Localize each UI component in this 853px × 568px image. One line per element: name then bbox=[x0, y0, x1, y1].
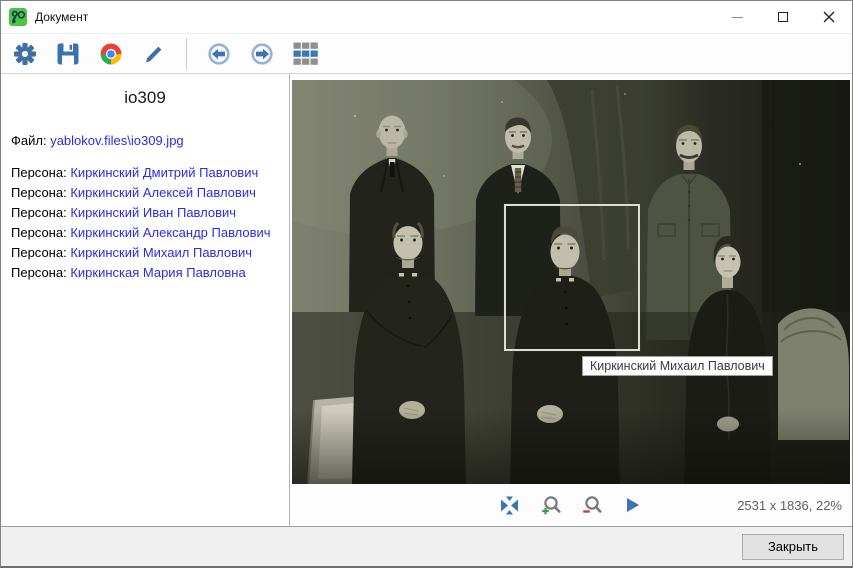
play-button[interactable] bbox=[621, 493, 645, 517]
forward-button[interactable] bbox=[248, 40, 276, 68]
edit-button[interactable] bbox=[140, 40, 168, 68]
document-panel: io309 Файл: yablokov.files\io309.jpg Пер… bbox=[1, 74, 290, 526]
zoom-out-button[interactable] bbox=[580, 493, 604, 517]
close-window-button[interactable] bbox=[806, 1, 852, 33]
person-row: Персона: Киркинский Михаил Павлович bbox=[11, 243, 289, 263]
persons-list: Персона: Киркинский Дмитрий Павлович Пер… bbox=[11, 163, 289, 283]
file-link[interactable]: yablokov.files\io309.jpg bbox=[50, 133, 183, 148]
close-icon bbox=[823, 11, 835, 23]
save-button[interactable] bbox=[54, 40, 82, 68]
selection-tooltip: Киркинский Михаил Павлович bbox=[582, 356, 773, 376]
maximize-icon bbox=[778, 12, 788, 22]
pencil-icon bbox=[146, 46, 162, 62]
document-title: io309 bbox=[124, 88, 166, 107]
photo-canvas[interactable]: Киркинский Михаил Павлович bbox=[292, 80, 850, 484]
back-button[interactable] bbox=[205, 40, 233, 68]
person-link[interactable]: Киркинский Михаил Павлович bbox=[70, 245, 252, 260]
minimize-button[interactable] bbox=[714, 1, 760, 33]
window-title: Документ bbox=[35, 10, 89, 24]
gear-icon bbox=[14, 42, 36, 65]
zoom-in-button[interactable] bbox=[539, 493, 563, 517]
person-row: Персона: Киркинский Иван Павлович bbox=[11, 203, 289, 223]
back-arrow-icon bbox=[208, 42, 230, 65]
fit-to-window-button[interactable] bbox=[498, 493, 522, 517]
person-row: Персона: Киркинский Александр Павлович bbox=[11, 223, 289, 243]
open-in-browser-button[interactable] bbox=[97, 40, 125, 68]
person-row: Персона: Киркинский Алексей Павлович bbox=[11, 183, 289, 203]
person-link[interactable]: Киркинский Дмитрий Павлович bbox=[70, 165, 258, 180]
viewer-controls: 2531 x 1836, 22% bbox=[290, 484, 852, 526]
zoom-in-icon bbox=[541, 496, 561, 515]
person-link[interactable]: Киркинский Иван Павлович bbox=[70, 205, 236, 220]
app-logo-icon bbox=[9, 8, 27, 26]
play-icon bbox=[626, 498, 639, 512]
person-label: Персона: bbox=[11, 205, 67, 220]
image-status: 2531 x 1836, 22% bbox=[737, 497, 842, 513]
save-icon bbox=[57, 43, 79, 64]
face-selection-box bbox=[504, 204, 640, 351]
image-viewer: Киркинский Михаил Павлович 2531 x 1836, … bbox=[290, 74, 852, 526]
table-view-button[interactable] bbox=[291, 40, 319, 68]
person-label: Персона: bbox=[11, 245, 67, 260]
title-bar: Документ bbox=[1, 1, 852, 33]
person-row: Персона: Киркинский Дмитрий Павлович bbox=[11, 163, 289, 183]
footer-bar: Закрыть bbox=[1, 526, 852, 566]
maximize-button[interactable] bbox=[760, 1, 806, 33]
toolbar bbox=[1, 33, 852, 74]
person-link[interactable]: Киркинский Алексей Павлович bbox=[70, 185, 256, 200]
minimize-icon bbox=[731, 16, 743, 18]
table-grid-icon bbox=[293, 42, 318, 65]
settings-button[interactable] bbox=[11, 40, 39, 68]
close-button[interactable]: Закрыть bbox=[742, 533, 844, 560]
person-label: Персона: bbox=[11, 225, 67, 240]
person-label: Персона: bbox=[11, 265, 67, 280]
zoom-out-icon bbox=[582, 496, 602, 513]
person-link[interactable]: Киркинская Мария Павловна bbox=[70, 265, 245, 280]
fit-icon bbox=[501, 496, 518, 514]
document-window: Документ io309 Файл: yablokov.files\io30… bbox=[0, 0, 853, 568]
person-link[interactable]: Киркинский Александр Павлович bbox=[70, 225, 270, 240]
forward-arrow-icon bbox=[251, 42, 273, 65]
person-label: Персона: bbox=[11, 165, 67, 180]
main-area: io309 Файл: yablokov.files\io309.jpg Пер… bbox=[1, 74, 852, 526]
file-row: Файл: yablokov.files\io309.jpg bbox=[11, 133, 289, 148]
window-controls bbox=[714, 1, 852, 33]
toolbar-separator bbox=[186, 37, 187, 70]
chrome-icon bbox=[100, 43, 122, 64]
person-row: Персона: Киркинская Мария Павловна bbox=[11, 263, 289, 283]
person-label: Персона: bbox=[11, 185, 67, 200]
file-label: Файл: bbox=[11, 133, 47, 148]
